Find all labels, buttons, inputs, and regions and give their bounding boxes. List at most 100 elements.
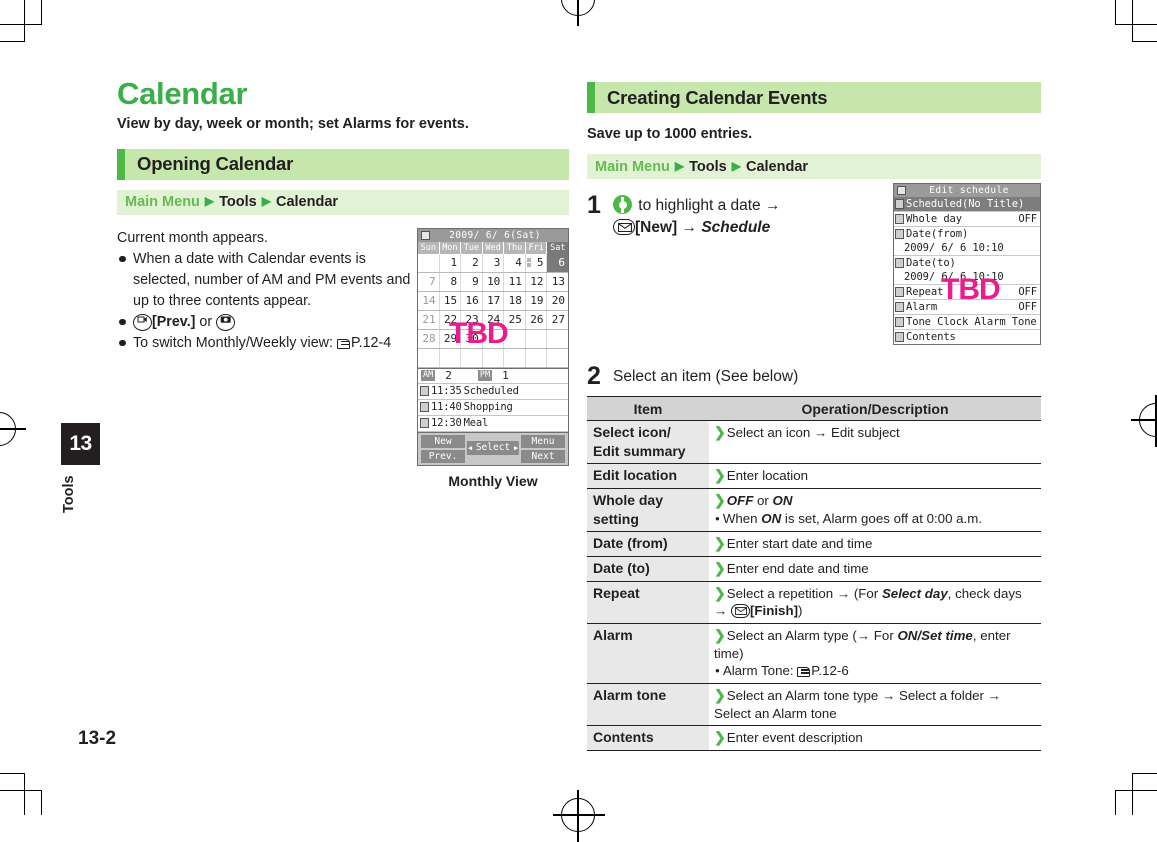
green-arrow-icon: ❯ xyxy=(714,535,726,552)
softkey-next[interactable]: Next xyxy=(521,449,565,463)
calendar-day[interactable] xyxy=(547,330,568,348)
calendar-day[interactable]: 14 xyxy=(418,291,440,310)
calendar-day[interactable] xyxy=(504,348,526,367)
pm-badge: PM xyxy=(477,370,493,382)
softkey-bar: New Prev. Select Menu Next xyxy=(418,431,568,465)
calendar-week-row xyxy=(418,348,568,368)
calendar-day[interactable]: 19 xyxy=(526,291,548,310)
calendar-day[interactable]: 15 xyxy=(440,291,462,310)
crop-mark-tl-h xyxy=(0,24,41,26)
calendar-day[interactable] xyxy=(526,329,548,348)
calendar-day[interactable]: 26 xyxy=(526,310,548,329)
calendar-day[interactable]: 22 xyxy=(440,310,462,329)
manual-page: 13 Tools 13-2 Calendar View by day, week… xyxy=(0,0,1157,842)
edit-row-whole-day[interactable]: Whole day OFF xyxy=(894,212,1040,227)
edit-row-date-from[interactable]: Date(from) xyxy=(894,227,1040,241)
green-arrow-icon: ❯ xyxy=(714,492,726,509)
calendar-day[interactable]: 21 xyxy=(418,310,440,329)
softkey-prev[interactable]: Prev. xyxy=(421,449,465,463)
registration-mark-top xyxy=(561,0,595,26)
calendar-day[interactable]: 17 xyxy=(483,291,505,310)
edit-row-repeat[interactable]: Repeat OFF xyxy=(894,285,1040,300)
prev-key-label: [Prev.] xyxy=(152,313,196,330)
edit-row-label: Tone Clock Alarm Tone xyxy=(906,316,1037,328)
calendar-day[interactable]: 28 xyxy=(418,329,440,348)
calendar-day[interactable]: 27 xyxy=(547,311,568,329)
list-item: When a date with Calendar events is sele… xyxy=(117,249,413,312)
edit-row-contents[interactable]: Contents xyxy=(894,330,1040,344)
bullet-text-1: When a date with Calendar events is sele… xyxy=(133,250,411,309)
calendar-day[interactable] xyxy=(461,348,483,367)
edit-row-label: Alarm xyxy=(906,301,938,313)
section-header-creating-calendar-events: Creating Calendar Events xyxy=(587,82,1041,113)
chapter-number: 13 xyxy=(69,432,92,455)
calendar-day[interactable]: 1 xyxy=(440,253,462,272)
list-item: To switch Monthly/Weekly view: P.12-4 xyxy=(117,333,413,354)
calendar-day[interactable]: 7 xyxy=(418,272,440,291)
right-subtitle: Save up to 1000 entries. xyxy=(587,126,753,142)
cell-item: Date (from) xyxy=(587,531,709,558)
calendar-day[interactable]: 29 xyxy=(440,329,462,348)
calendar-day[interactable]: 23 xyxy=(461,310,483,329)
calendar-week-row: 21 22 23 24 25 26 27 xyxy=(418,310,568,330)
softkey-select[interactable]: Select xyxy=(466,440,520,455)
calendar-day-selected[interactable]: 6 xyxy=(547,253,569,272)
calendar-day[interactable]: 9 xyxy=(461,272,483,291)
calendar-day[interactable]: 8 xyxy=(440,272,462,291)
calendar-day[interactable]: 20 xyxy=(547,292,568,310)
calendar-day[interactable]: 12 xyxy=(526,272,548,291)
calendar-day[interactable] xyxy=(483,329,505,348)
softkey-new[interactable]: New xyxy=(421,434,465,448)
green-arrow-icon: ❯ xyxy=(714,584,726,601)
edit-row-alarm[interactable]: Alarm OFF xyxy=(894,300,1040,315)
weekday-sun: Sun xyxy=(418,241,440,254)
op-note-a: When xyxy=(722,510,762,526)
event-name: Shopping xyxy=(463,401,513,414)
calendar-day[interactable]: 16 xyxy=(461,291,483,310)
calendar-day[interactable]: 10 xyxy=(483,272,505,291)
calendar-day[interactable] xyxy=(504,329,526,348)
calendar-day[interactable]: 2 xyxy=(461,253,483,272)
calendar-day[interactable]: 18 xyxy=(504,291,526,310)
table-row: Alarm tone ❯Select an Alarm tone type → … xyxy=(587,683,1041,727)
table-row: Date (to) ❯Enter end date and time xyxy=(587,556,1041,582)
weekday-fri: Fri xyxy=(525,241,548,254)
calendar-day[interactable]: 5 xyxy=(526,253,548,272)
calendar-day[interactable]: 13 xyxy=(547,273,568,291)
intro-text: Current month appears. xyxy=(117,229,268,246)
calendar-week-row: 1 2 3 4 5 6 xyxy=(418,253,569,273)
softkey-menu[interactable]: Menu xyxy=(521,434,565,448)
event-list-item[interactable]: 12:30 Meal xyxy=(418,416,568,432)
cell-item: Repeat xyxy=(587,581,709,625)
edit-row-date-to-value: 2009/ 6/ 6 10:10 xyxy=(894,270,1040,285)
event-list-item[interactable]: 11:40 Shopping xyxy=(418,400,568,416)
edit-row-date-to[interactable]: Date(to) xyxy=(894,256,1040,270)
phone-screen-edit-schedule: Edit schedule Scheduled(No Title) Whole … xyxy=(893,183,1041,345)
crop-mark-br-v xyxy=(1131,774,1133,815)
calendar-day[interactable]: 3 xyxy=(483,253,505,272)
calendar-day[interactable]: 24 xyxy=(483,310,505,329)
calendar-day[interactable]: 30 xyxy=(461,329,483,348)
step1-arrow: → xyxy=(681,219,698,236)
calendar-day[interactable] xyxy=(483,348,505,367)
chevron-right-icon-4: ▶ xyxy=(731,158,741,173)
calendar-day[interactable] xyxy=(418,253,440,272)
green-arrow-icon: ❯ xyxy=(714,687,726,704)
calendar-day[interactable] xyxy=(526,348,548,367)
calendar-day[interactable] xyxy=(440,348,462,367)
calendar-day[interactable]: 4 xyxy=(504,253,526,272)
op-a: Select an Alarm type (→ For xyxy=(726,628,898,644)
calendar-day[interactable] xyxy=(547,349,568,367)
section-accent-bar-2 xyxy=(587,82,595,113)
calendar-day[interactable]: 25 xyxy=(504,310,526,329)
weekday-tue: Tue xyxy=(461,241,483,254)
step-text-2: Select an item (See below) xyxy=(613,368,799,385)
edit-row-subject[interactable]: Scheduled(No Title) xyxy=(894,197,1040,212)
calendar-day[interactable] xyxy=(418,348,440,367)
event-list-item[interactable]: 11:35 Scheduled xyxy=(418,384,568,400)
edit-row-tone[interactable]: Tone Clock Alarm Tone xyxy=(894,315,1040,330)
calendar-day[interactable]: 11 xyxy=(504,272,526,291)
cell-operation: ❯Select an icon → Edit subject xyxy=(709,420,1041,465)
breadcrumb-main-menu: Main Menu xyxy=(125,194,200,211)
section-title: Opening Calendar xyxy=(137,153,294,175)
